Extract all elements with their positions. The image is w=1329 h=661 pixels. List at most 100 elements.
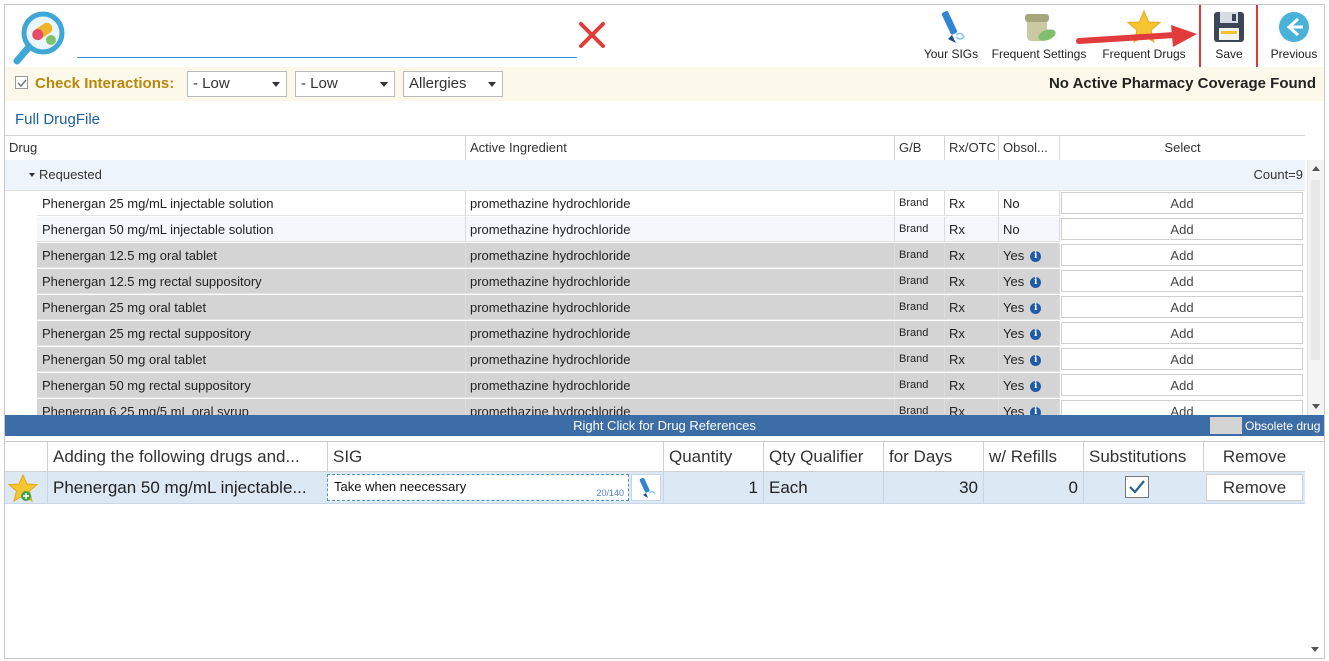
col-adding-drugs[interactable]: Adding the following drugs and... — [47, 442, 327, 472]
gb-cell-text: Brand — [899, 301, 929, 313]
drug-row[interactable]: Phenergan 12.5 mg oral tablet promethazin… — [37, 243, 1305, 268]
drug-row[interactable]: Phenergan 25 mg/mL injectable solution pr… — [37, 191, 1305, 216]
drugfile-title[interactable]: Full DrugFile — [15, 111, 100, 128]
drug-row[interactable]: Phenergan 50 mg/mL injectable solution pr… — [37, 217, 1305, 242]
col-qty-qualifier[interactable]: Qty Qualifier — [763, 442, 883, 472]
ingredient-cell-text: promethazine hydrochloride — [470, 378, 631, 393]
gb-cell-text: Brand — [899, 379, 929, 391]
drug-search-input[interactable] — [77, 57, 577, 58]
col-refills[interactable]: w/ Refills — [983, 442, 1083, 472]
add-button[interactable]: Add — [1061, 296, 1303, 318]
scroll-down-icon[interactable] — [1312, 404, 1320, 409]
add-button[interactable]: Add — [1061, 218, 1303, 240]
info-icon[interactable]: i — [1030, 355, 1042, 367]
group-requested[interactable]: Requested Count=9 — [5, 160, 1305, 191]
drug-row[interactable]: Phenergan 50 mg oral tablet promethazine … — [37, 347, 1305, 372]
col-remove[interactable]: Remove — [1203, 442, 1305, 472]
drug-references-bar[interactable]: Right Click for Drug References Obsolete… — [5, 415, 1324, 436]
obsolete-cell-text: Yes — [1003, 352, 1025, 367]
drug-name-cell-text: Phenergan 50 mg oral tablet — [42, 352, 207, 367]
col-rx-otc[interactable]: Rx/OTC — [944, 136, 998, 160]
drug-name-cell-text: Phenergan 6.25 mg/5 mL oral syrup — [42, 404, 249, 415]
prescription-window: Your SIGs Frequent Settings Frequent Dru… — [4, 4, 1325, 659]
drug-name-cell: Phenergan 6.25 mg/5 mL oral syrup — [37, 399, 465, 415]
info-icon[interactable]: i — [1030, 381, 1042, 393]
refills-field[interactable]: 0 — [983, 472, 1083, 503]
collapse-triangle-icon[interactable] — [29, 173, 35, 177]
drug-row[interactable]: Phenergan 6.25 mg/5 mL oral syrup prometh… — [37, 399, 1305, 415]
ingredient-cell: promethazine hydrochloride — [465, 347, 894, 372]
drug-row[interactable]: Phenergan 25 mg rectal suppository promet… — [37, 321, 1305, 346]
your-sigs-button[interactable]: Your SIGs — [921, 7, 981, 65]
add-button[interactable]: Add — [1061, 400, 1303, 415]
col-drug[interactable]: Drug — [5, 136, 465, 160]
add-button[interactable]: Add — [1061, 192, 1303, 214]
drug-row[interactable]: Phenergan 12.5 mg rectal suppository prom… — [37, 269, 1305, 294]
previous-button[interactable]: Previous — [1267, 7, 1321, 65]
info-icon[interactable]: i — [1030, 303, 1042, 315]
annotation-arrow-icon — [1076, 25, 1197, 47]
frequent-settings-button[interactable]: Frequent Settings — [991, 7, 1087, 65]
allergies-dropdown-value: Allergies — [409, 75, 467, 92]
add-button[interactable]: Add — [1061, 348, 1303, 370]
qty-qualifier-field[interactable]: Each — [763, 472, 883, 503]
for-days-field[interactable]: 30 — [883, 472, 983, 503]
selected-drug-row[interactable]: Phenergan 50 mg/mL injectable... Take wh… — [5, 472, 1305, 504]
clear-search-icon[interactable] — [577, 20, 607, 50]
drugfile-scrollbar[interactable] — [1307, 160, 1324, 415]
col-sig[interactable]: SIG — [327, 442, 663, 472]
ingredient-cell: promethazine hydrochloride — [465, 321, 894, 346]
col-select[interactable]: Select — [1059, 136, 1305, 160]
scroll-up-icon[interactable] — [1312, 166, 1320, 171]
add-button[interactable]: Add — [1061, 322, 1303, 344]
drug-row[interactable]: Phenergan 50 mg rectal suppository promet… — [37, 373, 1305, 398]
substitutions-checkbox[interactable] — [1125, 476, 1149, 498]
add-button[interactable]: Add — [1061, 374, 1303, 396]
add-button[interactable]: Add — [1061, 244, 1303, 266]
add-button[interactable]: Add — [1061, 270, 1303, 292]
col-gb[interactable]: G/B — [894, 136, 944, 160]
col-active-ingredient[interactable]: Active Ingredient — [465, 136, 894, 160]
rx-otc-cell-text: Rx — [949, 300, 965, 315]
info-icon[interactable]: i — [1030, 329, 1042, 341]
check-interactions-label: Check Interactions: — [35, 75, 175, 92]
sig-pen-button[interactable] — [631, 474, 661, 501]
col-substitutions[interactable]: Substitutions — [1083, 442, 1203, 472]
lower-scrollbar[interactable] — [1307, 472, 1323, 658]
gb-cell: Brand — [894, 321, 944, 346]
select-cell: Add — [1059, 243, 1305, 268]
col-obsolete[interactable]: Obsol... — [998, 136, 1059, 160]
col-quantity[interactable]: Quantity — [663, 442, 763, 472]
select-cell: Add — [1059, 191, 1305, 216]
drug-row[interactable]: Phenergan 25 mg oral tablet promethazine … — [37, 295, 1305, 320]
obsolete-swatch — [1210, 417, 1242, 434]
gb-cell-text: Brand — [899, 353, 929, 365]
add-favorite-star-icon[interactable] — [5, 472, 41, 503]
rx-otc-cell-text: Rx — [949, 222, 965, 237]
severity-dropdown-2[interactable]: - Low — [295, 71, 395, 97]
info-icon[interactable]: i — [1030, 251, 1042, 263]
drug-name-cell-text: Phenergan 12.5 mg rectal suppository — [42, 274, 262, 289]
drug-name-cell-text: Phenergan 25 mg rectal suppository — [42, 326, 251, 341]
severity-dropdown-1[interactable]: - Low — [187, 71, 287, 97]
scroll-down-icon[interactable] — [1311, 647, 1319, 652]
gb-cell-text: Brand — [899, 223, 929, 235]
remove-button[interactable]: Remove — [1206, 474, 1303, 501]
rx-otc-cell: Rx — [944, 399, 998, 415]
allergies-dropdown[interactable]: Allergies — [403, 71, 503, 97]
info-icon[interactable]: i — [1030, 277, 1042, 289]
interactions-bar: Check Interactions: - Low - Low Allergie… — [5, 67, 1324, 101]
obsolete-cell: Yes i — [998, 269, 1059, 294]
col-for-days[interactable]: for Days — [883, 442, 983, 472]
obsolete-cell: Yes i — [998, 347, 1059, 372]
check-interactions-checkbox[interactable] — [15, 76, 28, 89]
selected-drugs-grid: Adding the following drugs and... SIG Qu… — [5, 441, 1324, 658]
favorite-cell[interactable] — [5, 472, 47, 503]
scroll-thumb[interactable] — [1311, 180, 1320, 360]
info-icon[interactable]: i — [1030, 407, 1042, 415]
gb-cell: Brand — [894, 217, 944, 242]
obsolete-cell-text: Yes — [1003, 274, 1025, 289]
quantity-field[interactable]: 1 — [663, 472, 763, 503]
sig-input[interactable]: Take when neecessary 20/140 — [327, 474, 629, 501]
ingredient-cell-text: promethazine hydrochloride — [470, 404, 631, 415]
